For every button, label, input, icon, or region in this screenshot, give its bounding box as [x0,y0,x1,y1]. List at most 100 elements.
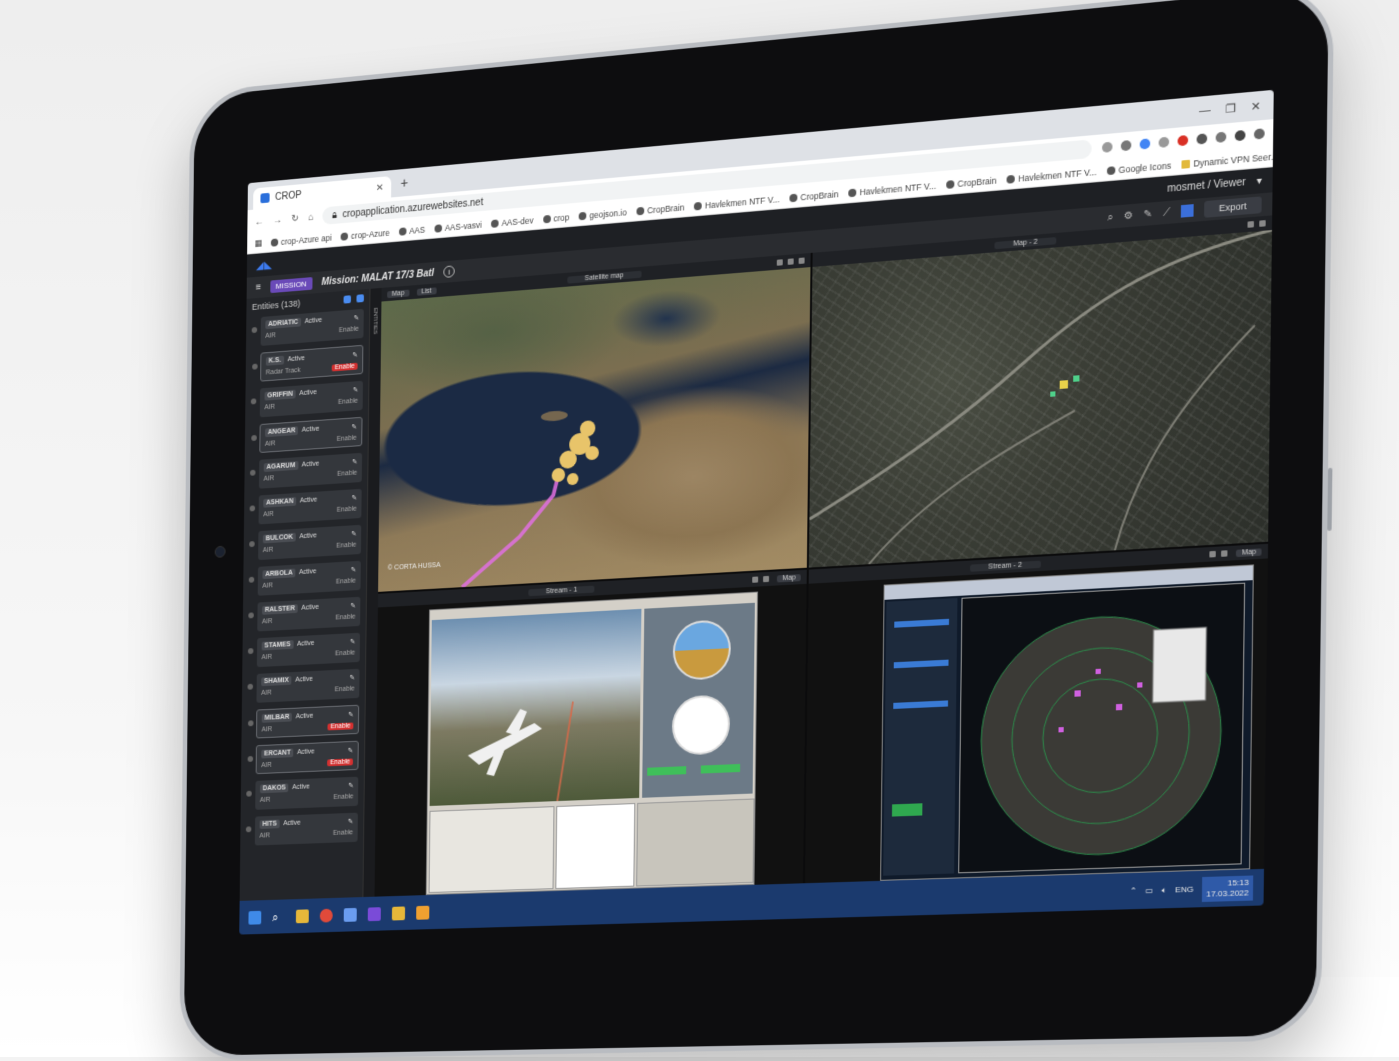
bookmark-item[interactable]: CropBrain [636,202,684,216]
entity-card[interactable]: ERCANT Active ✎ AIR Enable [255,740,359,775]
clock[interactable]: 15:13 17.03.2022 [1201,874,1254,902]
maximize-icon[interactable]: ❐ [1225,101,1236,115]
profile-avatar-icon[interactable] [1234,129,1246,142]
entity-card[interactable]: ADRIATIC Active ✎ AIR Enable [260,308,364,346]
entity-status-toggle[interactable]: Enable [333,829,353,837]
bookmark-item[interactable]: crop-Azure [340,227,390,241]
edit-icon[interactable]: ✎ [352,457,358,465]
back-icon[interactable]: ← [255,216,264,227]
entity-status-toggle[interactable]: Enable [339,326,359,334]
bookmark-item[interactable]: crop [542,212,569,224]
bookmark-item[interactable]: AAS [398,224,425,236]
map-toggle-button[interactable]: Map [777,573,801,582]
viewer-dropdown[interactable]: Stream - 1 [528,585,595,596]
entity-card[interactable]: STAMES Active ✎ AIR Enable [256,632,360,668]
viewer-stream-2[interactable]: Stream - 2 Map [805,543,1269,884]
bookmark-item[interactable]: AAS-dev [491,215,533,228]
new-tab-icon[interactable]: + [395,174,414,191]
viewer-dropdown[interactable]: Stream - 2 [969,560,1041,572]
entity-card[interactable]: AGARUM Active ✎ AIR Enable [258,452,363,489]
windows-start-icon[interactable] [248,910,262,925]
entity-status-toggle[interactable]: Enable [331,362,358,372]
menu-icon[interactable] [1253,128,1265,140]
entity-card[interactable]: DAKOS Active ✎ AIR Enable [255,776,359,810]
chevron-up-icon[interactable]: ⌃ [1130,886,1137,896]
radar-app-window[interactable] [880,564,1254,881]
filter-icon[interactable] [343,295,351,304]
search-icon[interactable]: ⌕ [1107,211,1113,223]
entity-status-toggle[interactable]: Enable [327,758,353,767]
entity-card[interactable]: GRIFFIN Active ✎ AIR Enable [259,380,363,418]
entity-status-toggle[interactable]: Enable [336,542,356,550]
folder-icon[interactable] [391,905,406,921]
bookmark-item[interactable]: AAS-vasvi [434,219,482,233]
export-button[interactable]: Export [1204,196,1262,218]
entity-card[interactable]: ANGEAR Active ✎ AIR Enable [259,416,363,454]
apps-icon[interactable]: ▦ [254,238,261,249]
viewer-dropdown[interactable]: Map - 2 [994,236,1057,249]
info-icon[interactable]: i [443,265,455,278]
extension-icon[interactable] [1177,134,1189,147]
settings-icon[interactable]: ⚙ [1124,210,1134,222]
home-icon[interactable]: ⌂ [308,212,314,223]
forward-icon[interactable]: → [273,214,282,225]
entity-status-toggle[interactable]: Enable [336,578,356,586]
volume-icon[interactable]: 🔈︎ [1162,885,1167,896]
bookmark-item[interactable]: Dynamic VPN Seer... [1181,151,1273,170]
layers-icon[interactable] [787,258,794,265]
zoom-icon[interactable] [1209,550,1217,558]
edit-icon[interactable]: ✎ [348,710,354,718]
bookmark-item[interactable]: crop-Azure api [270,232,332,247]
entity-status-toggle[interactable]: Enable [337,506,357,514]
bookmark-item[interactable]: Havlekmen NTF V... [694,194,780,211]
edit-icon[interactable]: ✎ [348,746,354,754]
edit-icon[interactable]: ✎ [349,673,355,681]
bookmark-item[interactable]: Google Icons [1107,160,1171,176]
entity-card[interactable]: HITS Active ✎ AIR Enable [254,812,358,846]
entity-card[interactable]: SHAMIX Active ✎ AIR Enable [256,668,360,703]
edit-icon[interactable]: ✎ [351,423,357,431]
entity-status-toggle[interactable]: Enable [333,793,353,801]
ruler-icon[interactable]: ⟋ [1163,207,1171,219]
layout-icon[interactable] [1180,204,1194,218]
bookmark-star-icon[interactable] [1215,131,1227,143]
zoom-icon[interactable] [752,576,759,583]
chrome-icon[interactable] [319,908,333,923]
edit-icon[interactable]: ✎ [351,493,357,501]
edit-icon[interactable]: ✎ [350,637,356,645]
radar-scope[interactable] [958,582,1246,874]
entity-card[interactable]: ARBOLA Active ✎ AIR Enable [257,560,361,596]
reload-icon[interactable]: ↻ [291,213,299,224]
entity-status-toggle[interactable]: Enable [335,650,355,658]
extension-icon[interactable] [1158,136,1170,148]
close-icon[interactable]: ✕ [376,182,384,193]
edit-icon[interactable]: ✎ [348,817,354,825]
bookmark-item[interactable]: Havlekmen NTF V... [1006,166,1097,184]
entity-status-toggle[interactable]: Enable [335,685,355,693]
entity-card[interactable]: MILBAR Active ✎ AIR Enable [256,704,360,739]
entity-status-toggle[interactable]: Enable [337,470,357,478]
translate-icon[interactable] [1101,141,1113,153]
bookmark-item[interactable]: CropBrain [789,189,839,203]
pin-icon[interactable]: ✎ [1144,208,1153,220]
app-icon[interactable] [343,907,357,922]
hamburger-icon[interactable]: ≡ [256,282,261,293]
app-icon[interactable] [416,905,430,920]
zoom-icon[interactable] [1120,139,1132,152]
puzzle-icon[interactable] [1196,133,1208,145]
edit-icon[interactable]: ✎ [351,565,357,573]
edit-icon[interactable]: ✎ [352,351,358,359]
zoom-icon[interactable] [776,259,783,266]
edit-icon[interactable]: ✎ [354,314,360,322]
tab-list[interactable]: List [416,286,437,296]
edit-icon[interactable]: ✎ [351,529,357,537]
entity-card[interactable]: ASHKAN Active ✎ AIR Enable [258,488,362,525]
network-icon[interactable]: ▭ [1145,886,1153,896]
fullscreen-icon[interactable] [1259,220,1266,227]
entity-card[interactable]: RALSTER Active ✎ AIR Enable [257,596,361,632]
bookmark-item[interactable]: geojson.io [578,207,627,221]
entity-card[interactable]: BULCOK Active ✎ AIR Enable [258,524,362,561]
search-icon[interactable]: ⌕ [272,910,285,924]
entity-status-toggle[interactable]: Enable [327,722,354,731]
flight-sim-window[interactable] [425,591,758,896]
